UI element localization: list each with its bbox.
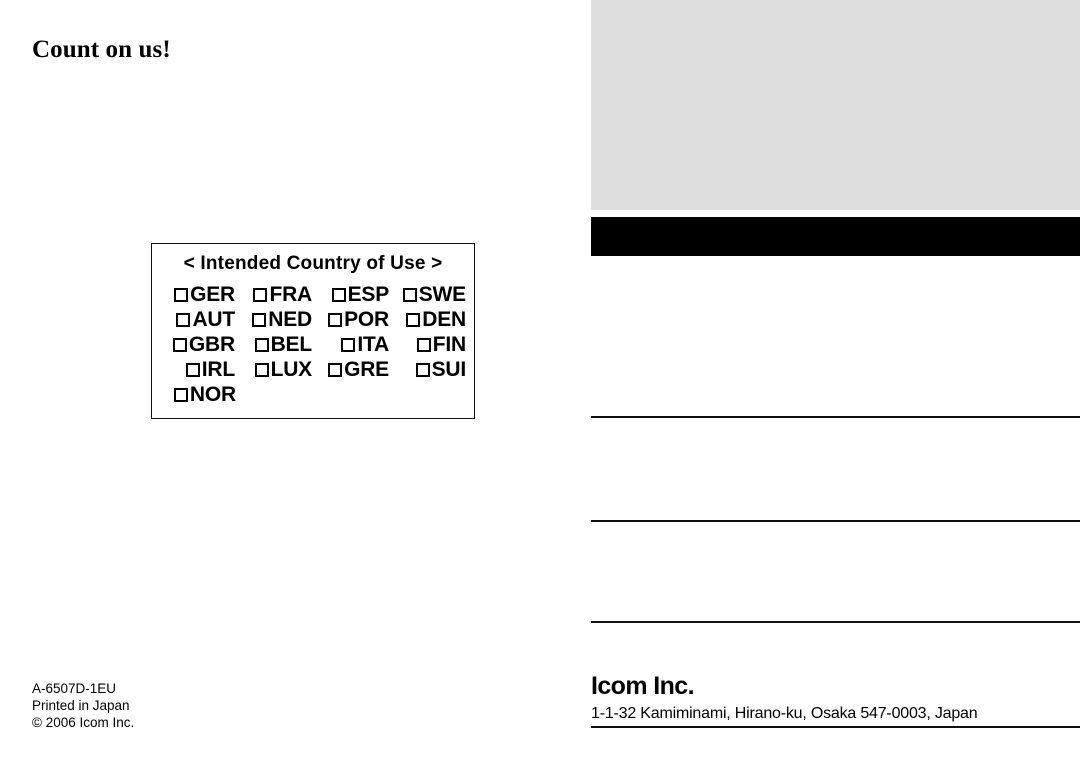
country-option-ned[interactable]: NED [237, 309, 314, 330]
country-code-label: AUT [192, 308, 235, 331]
country-option-irl[interactable]: IRL [160, 359, 237, 380]
country-code-label: GRE [344, 358, 389, 381]
country-code-label: ESP [347, 283, 390, 306]
checkbox-icon[interactable] [253, 287, 268, 302]
checkbox-icon[interactable] [328, 312, 343, 327]
divider-rule-2 [591, 520, 1080, 522]
country-checkbox-grid: GER FRA ESP SWE AUT NED POR DEN GBR BEL … [152, 282, 474, 407]
country-row: GER FRA ESP SWE [160, 282, 468, 307]
imprint-block: A-6507D-1EU Printed in Japan © 2006 Icom… [32, 680, 134, 731]
country-code-label: SWE [418, 283, 466, 306]
country-option-sui[interactable]: SUI [391, 359, 468, 380]
country-option-por[interactable]: POR [314, 309, 391, 330]
company-address: 1-1-32 Kamiminami, Hirano-ku, Osaka 547-… [591, 705, 978, 722]
country-code-label: BEL [270, 333, 313, 356]
black-bar-block [591, 217, 1080, 256]
country-option-lux[interactable]: LUX [237, 359, 314, 380]
country-row: AUT NED POR DEN [160, 307, 468, 332]
country-option-ger[interactable]: GER [160, 284, 237, 305]
checkbox-icon[interactable] [406, 312, 421, 327]
divider-rule-bottom [591, 726, 1080, 728]
checkbox-icon[interactable] [402, 287, 417, 302]
checkbox-icon[interactable] [185, 362, 200, 377]
document-number: A-6507D-1EU [32, 681, 117, 696]
country-option-fra[interactable]: FRA [237, 284, 314, 305]
country-option-bel[interactable]: BEL [237, 334, 314, 355]
country-code-label: ITA [357, 333, 389, 356]
country-code-label: IRL [201, 358, 235, 381]
checkbox-icon[interactable] [176, 312, 191, 327]
page-canvas: Count on us! < Intended Country of Use >… [0, 0, 1080, 762]
checkbox-icon[interactable] [415, 362, 430, 377]
country-option-nor[interactable]: NOR [160, 384, 238, 405]
country-option-aut[interactable]: AUT [160, 309, 237, 330]
country-code-label: FIN [432, 333, 466, 356]
checkbox-icon[interactable] [172, 337, 187, 352]
country-row: NOR [160, 382, 468, 407]
checkbox-icon[interactable] [173, 387, 188, 402]
country-code-label: FRA [269, 283, 312, 306]
checkbox-icon[interactable] [254, 337, 269, 352]
divider-rule-3 [591, 621, 1080, 623]
checkbox-icon[interactable] [341, 337, 356, 352]
country-option-ita[interactable]: ITA [314, 334, 391, 355]
country-code-label: GBR [188, 333, 235, 356]
checkbox-icon[interactable] [416, 337, 431, 352]
country-code-label: DEN [422, 308, 466, 331]
gray-banner-block [591, 0, 1080, 210]
checkbox-icon[interactable] [328, 362, 343, 377]
country-option-swe[interactable]: SWE [391, 284, 468, 305]
checkbox-icon[interactable] [331, 287, 346, 302]
country-code-label: LUX [270, 358, 313, 381]
country-option-esp[interactable]: ESP [314, 284, 391, 305]
printed-in-label: Printed in Japan [32, 698, 130, 713]
intended-country-of-use-box: < Intended Country of Use > GER FRA ESP [151, 243, 475, 419]
country-code-label: GER [190, 283, 235, 306]
checkbox-icon[interactable] [252, 312, 267, 327]
country-box-title: < Intended Country of Use > [183, 253, 443, 274]
country-option-gre[interactable]: GRE [314, 359, 391, 380]
copyright-label: © 2006 Icom Inc. [32, 715, 135, 730]
country-option-gbr[interactable]: GBR [160, 334, 237, 355]
country-code-label: NOR [189, 383, 236, 406]
country-row: IRL LUX GRE SUI [160, 357, 468, 382]
tagline: Count on us! [32, 36, 171, 63]
checkbox-icon[interactable] [254, 362, 269, 377]
divider-rule-1 [591, 416, 1080, 418]
country-option-den[interactable]: DEN [391, 309, 468, 330]
country-row: GBR BEL ITA FIN [160, 332, 468, 357]
country-option-fin[interactable]: FIN [391, 334, 468, 355]
company-name: Icom Inc. [591, 672, 695, 700]
country-code-label: POR [344, 308, 389, 331]
country-code-label: NED [268, 308, 312, 331]
country-code-label: SUI [431, 358, 467, 381]
checkbox-icon[interactable] [174, 287, 189, 302]
